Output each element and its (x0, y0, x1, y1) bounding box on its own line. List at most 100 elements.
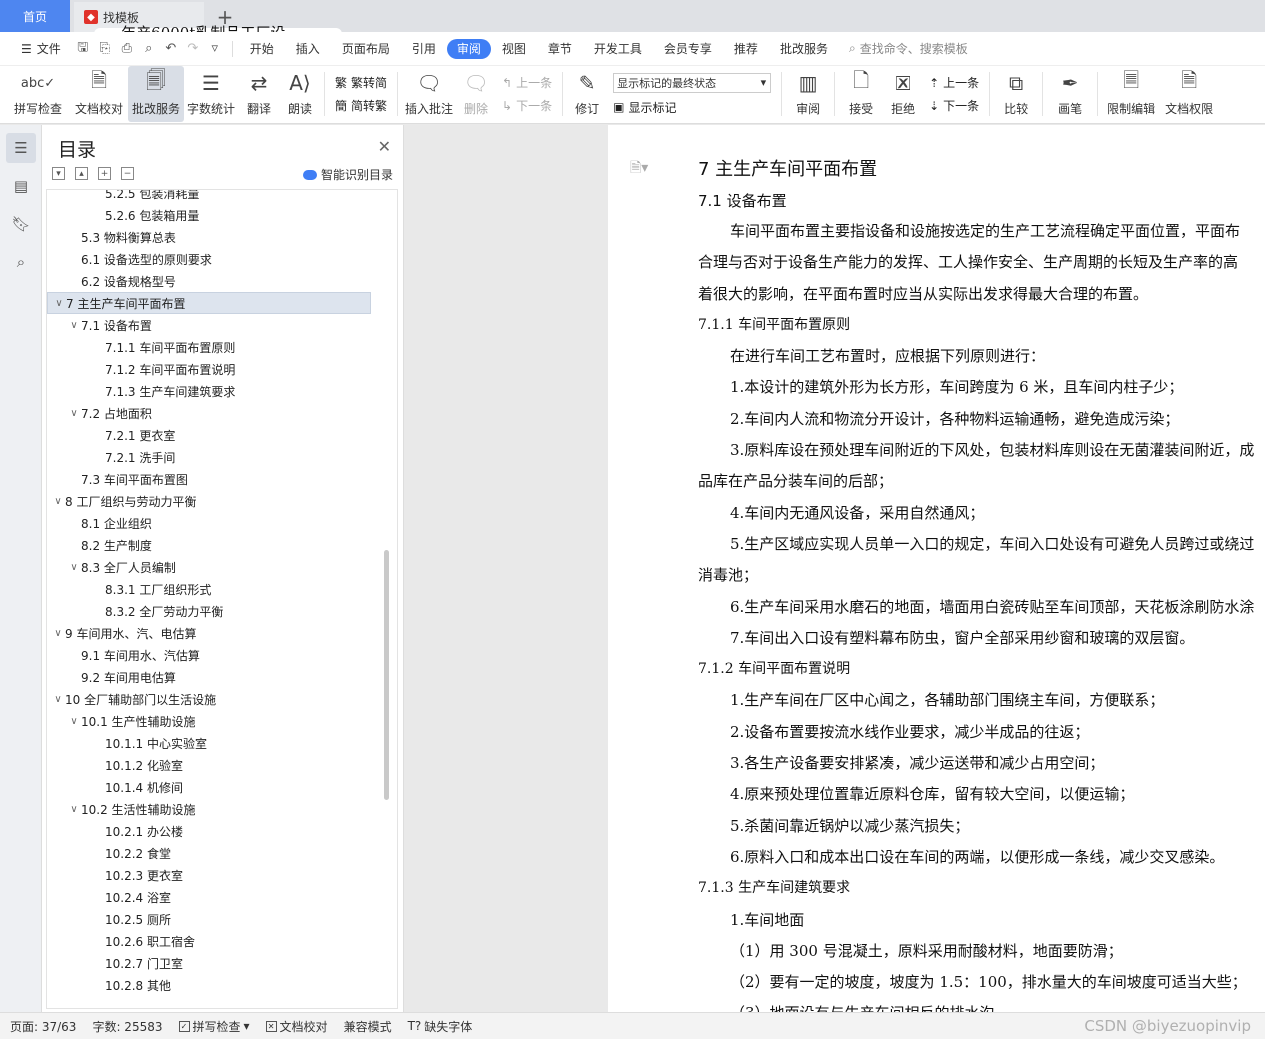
doc-check-button[interactable]: 🗎 文档校对 (70, 66, 128, 122)
toc-item[interactable]: 7.1.3 生产车间建筑要求 (47, 380, 397, 402)
document-paragraph[interactable]: 5.杀菌间靠近锅炉以减少蒸汽损失； (698, 811, 1265, 842)
collapse-arrow-icon[interactable]: ∨ (52, 298, 66, 309)
document-paragraph[interactable]: 消毒池； (698, 560, 1265, 591)
accept-button[interactable]: 🗋 接受 (839, 66, 883, 122)
document-paragraph[interactable]: 1.生产车间在厂区中心闻之，各辅助部门围绕主车间，方便联系； (698, 685, 1265, 716)
simp-to-trad-button[interactable]: 簡简转繁 (335, 97, 387, 114)
document-heading[interactable]: 7.1.3 生产车间建筑要求 (698, 873, 1265, 904)
spell-check-button[interactable]: abc✓ 拼写检查 (6, 66, 70, 122)
toc-item[interactable]: 10.2.7 门卫室 (47, 952, 397, 974)
toc-item[interactable]: ∨ 10.1 生产性辅助设施 (47, 710, 397, 732)
toc-item[interactable]: 6.1 设备选型的原则要求 (47, 248, 397, 270)
document-heading[interactable]: 7.1.2 车间平面布置说明 (698, 654, 1265, 685)
toc-item[interactable]: 9.2 车间用电估算 (47, 666, 397, 688)
print-icon[interactable]: ⎙ (116, 38, 138, 60)
show-markup-button[interactable]: ▣ 显示标记 (613, 99, 771, 116)
save-icon[interactable]: 🖫 (72, 38, 94, 60)
toc-item[interactable]: 8.3.1 工厂组织形式 (47, 578, 397, 600)
toc-item[interactable]: 8.1 企业组织 (47, 512, 397, 534)
remove-heading-icon[interactable]: − (121, 167, 134, 180)
toc-item[interactable]: ∨ 9 车间用水、汽、电估算 (47, 622, 397, 644)
collapse-arrow-icon[interactable]: ∨ (67, 408, 81, 419)
toc-scrollbar[interactable] (384, 550, 389, 800)
markup-state-select[interactable]: 显示标记的最终状态 ▾ (613, 72, 772, 93)
document-page[interactable]: 🗎▾ 7 主生产车间平面布置 7.1 设备布置 车间平面布置主要指设备和设施按选定的… (608, 125, 1265, 1012)
toc-item[interactable]: 8.2 生产制度 (47, 534, 397, 556)
read-aloud-button[interactable]: A⟩ 朗读 (280, 66, 320, 122)
toc-item[interactable]: ∨ 10.2 生活性辅助设施 (47, 798, 397, 820)
file-menu[interactable]: ☰ 文件 (10, 39, 72, 59)
toc-item[interactable]: 10.2.4 浴室 (47, 886, 397, 908)
find-icon[interactable]: ⌕ (6, 247, 36, 277)
toc-item[interactable]: ∨ 8.3 全厂人员编制 (47, 556, 397, 578)
document-body[interactable]: 7 主生产车间平面布置 7.1 设备布置 车间平面布置主要指设备和设施按选定的生产工… (698, 153, 1265, 1012)
toc-item[interactable]: 7.3 车间平面布置图 (47, 468, 397, 490)
expand-all-icon[interactable]: ▾ (52, 167, 65, 180)
toc-item[interactable]: 9.1 车间用水、汽估算 (47, 644, 397, 666)
menu-review[interactable]: 审阅 (446, 38, 491, 59)
collapse-arrow-icon[interactable]: ∨ (51, 694, 65, 705)
toc-item[interactable]: 10.2.1 办公楼 (47, 820, 397, 842)
trad-to-simp-button[interactable]: 繁繁转简 (335, 74, 387, 91)
spell-check-status[interactable]: ✓ 拼写检查 ▾ (178, 1018, 250, 1035)
document-paragraph[interactable]: 品库在产品分装车间的后部； (698, 466, 1265, 497)
missing-font-status[interactable]: T? 缺失字体 (408, 1018, 473, 1035)
document-heading[interactable]: 7 主生产车间平面布置 (698, 153, 1265, 187)
document-paragraph[interactable]: 1.本设计的建筑外形为长方形，车间跨度为 6 米，且车间内柱子少； (698, 372, 1265, 403)
menu-recommend[interactable]: 推荐 (723, 39, 769, 59)
document-paragraph[interactable]: （2）要有一定的坡度，坡度为 1.5：100，排水量大的车间坡度可适当大些； (698, 967, 1265, 998)
collapse-all-icon[interactable]: ▴ (75, 167, 88, 180)
toc-item[interactable]: 10.1.4 机修间 (47, 776, 397, 798)
smart-toc-button[interactable]: 智能识别目录 (302, 166, 393, 183)
compare-button[interactable]: ⧉ 比较 (994, 66, 1038, 122)
toc-item[interactable]: 7.2.1 更衣室 (47, 424, 397, 446)
translate-button[interactable]: ⇄ 翻译 (238, 66, 280, 122)
menu-reference[interactable]: 引用 (401, 39, 447, 59)
close-icon[interactable]: ✕ (378, 137, 391, 156)
document-paragraph[interactable]: 2.设备布置要按流水线作业要求，减少半成品的往返； (698, 717, 1265, 748)
menu-member[interactable]: 会员专享 (653, 39, 723, 59)
page-menu-icon[interactable]: 🗎▾ (630, 157, 648, 181)
prev-comment-button[interactable]: ↰ 上一条 (502, 74, 552, 91)
toc-item[interactable]: ∨ 10 全厂辅助部门以生活设施 (47, 688, 397, 710)
command-search[interactable]: ⌕ 查找命令、搜索模板 (849, 40, 968, 57)
page-count[interactable]: 页面: 37/63 (10, 1018, 76, 1035)
document-paragraph[interactable]: 3.原料库设在预处理车间附近的下风处，包装材料库则设在无菌灌装间附近，成 (698, 435, 1265, 466)
document-paragraph[interactable]: 在进行车间工艺布置时，应根据下列原则进行： (698, 341, 1265, 372)
toc-item[interactable]: ∨ 7 主生产车间平面布置 (47, 292, 371, 314)
reject-button[interactable]: 🗷 拒绝 (883, 66, 923, 122)
chapter-pane-icon[interactable]: ▤ (6, 171, 36, 201)
document-heading[interactable]: 7.1 设备布置 (698, 187, 1265, 216)
toc-pane-icon[interactable]: ☰ (6, 133, 36, 163)
document-paragraph[interactable]: 7.车间出入口设有塑料幕布防虫，窗户全部采用纱窗和玻璃的双层窗。 (698, 623, 1265, 654)
document-paragraph[interactable]: 着很大的影响，在平面布置时应当从实际出发求得最大合理的布置。 (698, 279, 1265, 310)
collapse-arrow-icon[interactable]: ∨ (67, 716, 81, 727)
toc-item[interactable]: ∨ 7.2 占地面积 (47, 402, 397, 424)
tab-home[interactable]: 首页 (0, 0, 70, 32)
toc-item[interactable]: 10.1.2 化验室 (47, 754, 397, 776)
bookmark-icon[interactable]: 🔖︎ (6, 209, 36, 239)
delete-comment-button[interactable]: 🗨 删除 (456, 66, 496, 122)
toc-item[interactable]: 5.2.5 包装消耗量 (47, 190, 397, 204)
document-paragraph[interactable]: 5.生产区域应实现人员单一入口的规定，车间入口处设有可避免人员跨过或绕过 (698, 529, 1265, 560)
toc-item[interactable]: 5.3 物料衡算总表 (47, 226, 397, 248)
prev-revision-button[interactable]: ⇡ 上一条 (929, 74, 979, 91)
word-count-button[interactable]: ☰ 字数统计 (184, 66, 238, 122)
toc-item[interactable]: ∨ 7.1 设备布置 (47, 314, 397, 336)
document-paragraph[interactable]: 4.车间内无通风设备，采用自然通风； (698, 498, 1265, 529)
toc-item[interactable]: ∨ 8 工厂组织与劳动力平衡 (47, 490, 397, 512)
doc-permission-button[interactable]: 🗎 文档权限 (1160, 66, 1218, 122)
document-heading[interactable]: 7.1.1 车间平面布置原则 (698, 310, 1265, 341)
menu-layout[interactable]: 页面布局 (331, 39, 401, 59)
document-paragraph[interactable]: 4.原来预处理位置靠近原料仓库，留有较大空间，以便运输； (698, 779, 1265, 810)
toc-item[interactable]: 7.1.2 车间平面布置说明 (47, 358, 397, 380)
compat-mode[interactable]: 兼容模式 (344, 1018, 392, 1035)
document-paragraph[interactable]: 6.原料入口和成本出口设在车间的两端，以便形成一条线，减少交叉感染。 (698, 842, 1265, 873)
menu-dev-tools[interactable]: 开发工具 (583, 39, 653, 59)
pen-button[interactable]: ✒ 画笔 (1047, 66, 1093, 122)
document-paragraph[interactable]: 1.车间地面 (698, 905, 1265, 936)
toc-item[interactable]: 10.2.5 厕所 (47, 908, 397, 930)
toc-item[interactable]: 10.1.1 中心实验室 (47, 732, 397, 754)
toc-item[interactable]: 5.2.6 包装箱用量 (47, 204, 397, 226)
toc-item[interactable]: 7.2.1 洗手间 (47, 446, 397, 468)
